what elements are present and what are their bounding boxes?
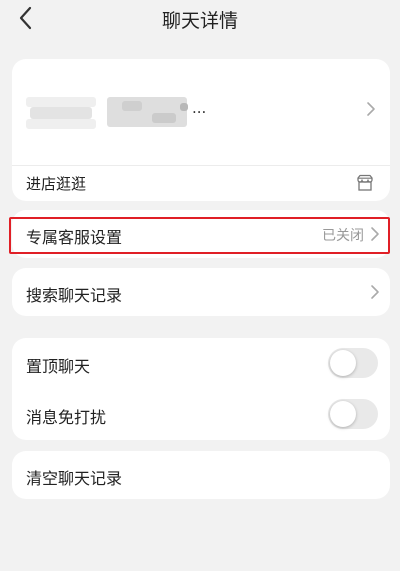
chevron-right-icon <box>367 102 375 116</box>
highlight-box <box>9 217 390 254</box>
shop-name-ellipsis: ... <box>192 99 207 117</box>
do-not-disturb-row: 消息免打扰 <box>12 388 390 440</box>
do-not-disturb-label: 消息免打扰 <box>26 408 107 427</box>
do-not-disturb-toggle[interactable] <box>328 399 378 429</box>
search-history-label: 搜索聊天记录 <box>26 286 123 305</box>
header-bar: 聊天详情 <box>0 0 400 38</box>
shop-info-row[interactable]: ... <box>12 59 390 165</box>
chat-settings-card: 置顶聊天 消息免打扰 <box>12 338 390 440</box>
clear-history-row[interactable]: 清空聊天记录 <box>12 451 390 499</box>
pin-chat-label: 置顶聊天 <box>26 357 91 376</box>
toggle-knob <box>330 401 356 427</box>
clear-history-label: 清空聊天记录 <box>26 469 123 488</box>
chevron-right-icon <box>371 285 379 299</box>
enter-store-row[interactable]: 进店逛逛 <box>12 166 390 201</box>
enter-store-label: 进店逛逛 <box>26 175 87 193</box>
pin-chat-toggle[interactable] <box>328 348 378 378</box>
search-history-row[interactable]: 搜索聊天记录 <box>12 268 390 316</box>
shop-card: ... 进店逛逛 <box>12 59 390 201</box>
pin-chat-row: 置顶聊天 <box>12 338 390 388</box>
store-icon <box>357 174 373 191</box>
toggle-knob <box>330 350 356 376</box>
page-title: 聊天详情 <box>161 10 238 32</box>
